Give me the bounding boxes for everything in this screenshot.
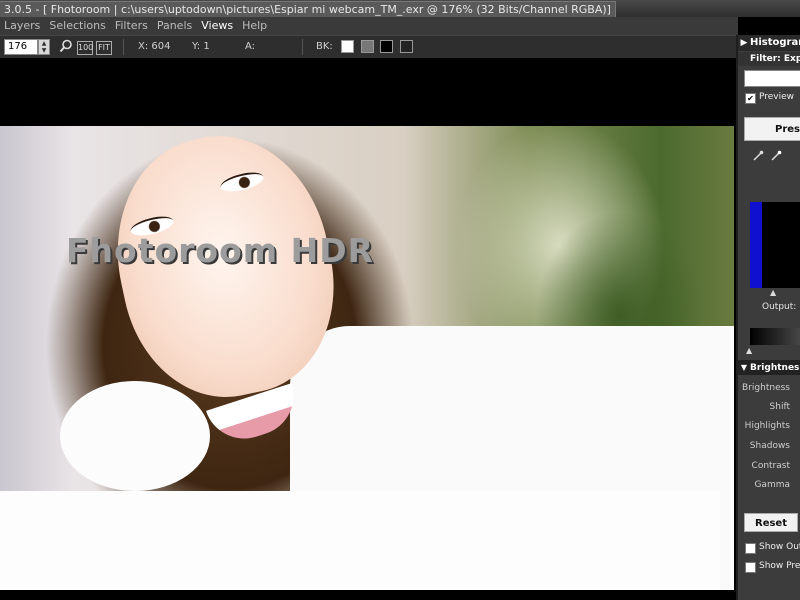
zoom-input[interactable]: 176: [4, 39, 38, 55]
histogram-header-label: Histogram: [750, 37, 800, 48]
magnifier-icon[interactable]: [58, 39, 74, 55]
output-slider-handle-icon[interactable]: ▲: [746, 347, 752, 355]
menu-layers[interactable]: Layers: [0, 17, 45, 35]
toolbar-separator: [302, 39, 303, 55]
histogram-display: [750, 202, 800, 288]
photo-overexposed-area: [0, 491, 720, 590]
menu-panels[interactable]: Panels: [153, 17, 197, 35]
x-coordinate-readout: X: 604: [138, 41, 171, 52]
preset-select[interactable]: [744, 70, 800, 87]
filter-header: Filter: Expo: [738, 52, 800, 66]
slider-label-highlights: Highlights: [744, 421, 790, 431]
watermark-text: Fhotoroom HDR: [66, 231, 375, 270]
photo-image[interactable]: Fhotoroom HDR: [0, 126, 734, 590]
output-label: Output:: [762, 302, 797, 312]
slider-label-shift: Shift: [769, 402, 790, 412]
menu-filters[interactable]: Filters: [111, 17, 153, 35]
slider-label-shadows: Shadows: [749, 441, 790, 451]
brightness-header-label: Brightnes: [750, 363, 800, 373]
bk-swatch-black[interactable]: [380, 40, 393, 53]
expand-arrow-icon: ▶: [740, 38, 748, 48]
brightness-header[interactable]: ▼ Brightnes: [738, 360, 800, 375]
preview-label: Preview: [759, 92, 795, 102]
menu-selections[interactable]: Selections: [45, 17, 110, 35]
bk-swatch-white[interactable]: [341, 40, 354, 53]
fit-screen-icon[interactable]: FIT: [96, 41, 112, 55]
output-gradient: [750, 328, 800, 345]
menu-help[interactable]: Help: [238, 17, 272, 35]
input-slider-handle-icon[interactable]: ▲: [770, 289, 776, 297]
presets-button[interactable]: Pres: [744, 117, 800, 141]
photo-hand: [60, 381, 210, 491]
spin-down-icon[interactable]: ▼: [39, 47, 49, 54]
filter-panel: ▶Histogram Filter: Expo ✔ Preview Pres ▲…: [736, 35, 800, 600]
eyedropper-icon[interactable]: [752, 150, 764, 162]
spin-up-icon[interactable]: ▲: [39, 40, 49, 47]
show-presets-checkbox[interactable]: [745, 562, 756, 573]
title-bar: 3.0.5 - [ Fhotoroom | c:\users\uptodown\…: [0, 0, 800, 18]
show-presets-label: Show Pres: [759, 561, 800, 571]
reset-button[interactable]: Reset: [744, 513, 798, 532]
window-title: 3.0.5 - [ Fhotoroom | c:\users\uptodown\…: [0, 1, 616, 18]
image-canvas[interactable]: Fhotoroom HDR: [0, 58, 736, 600]
menu-views[interactable]: Views: [197, 17, 238, 35]
toolbar-separator: [123, 39, 124, 55]
actual-size-icon[interactable]: 100: [77, 41, 93, 55]
bk-swatch-gray[interactable]: [361, 40, 374, 53]
menu-bar: Layers Selections Filters Panels Views H…: [0, 17, 738, 35]
preview-checkbox[interactable]: ✔: [745, 93, 756, 104]
slider-label-brightness: Brightness: [742, 383, 790, 393]
y-coordinate-readout: Y: 1: [192, 41, 210, 52]
collapse-arrow-icon: ▼: [740, 363, 748, 372]
histogram-header[interactable]: ▶Histogram: [738, 35, 800, 51]
slider-label-contrast: Contrast: [751, 461, 790, 471]
show-out-label: Show Out o: [759, 542, 800, 552]
slider-label-gamma: Gamma: [754, 480, 790, 490]
bk-swatch-dark[interactable]: [400, 40, 413, 53]
show-out-checkbox[interactable]: [745, 543, 756, 554]
zoom-spinner[interactable]: ▲ ▼: [38, 39, 50, 55]
alpha-readout: A:: [245, 41, 256, 52]
toolbar: 176 ▲ ▼ 100 FIT X: 604 Y: 1 A: BK:: [0, 35, 738, 59]
eyedropper-icon[interactable]: [770, 150, 782, 162]
background-label: BK:: [316, 41, 333, 52]
